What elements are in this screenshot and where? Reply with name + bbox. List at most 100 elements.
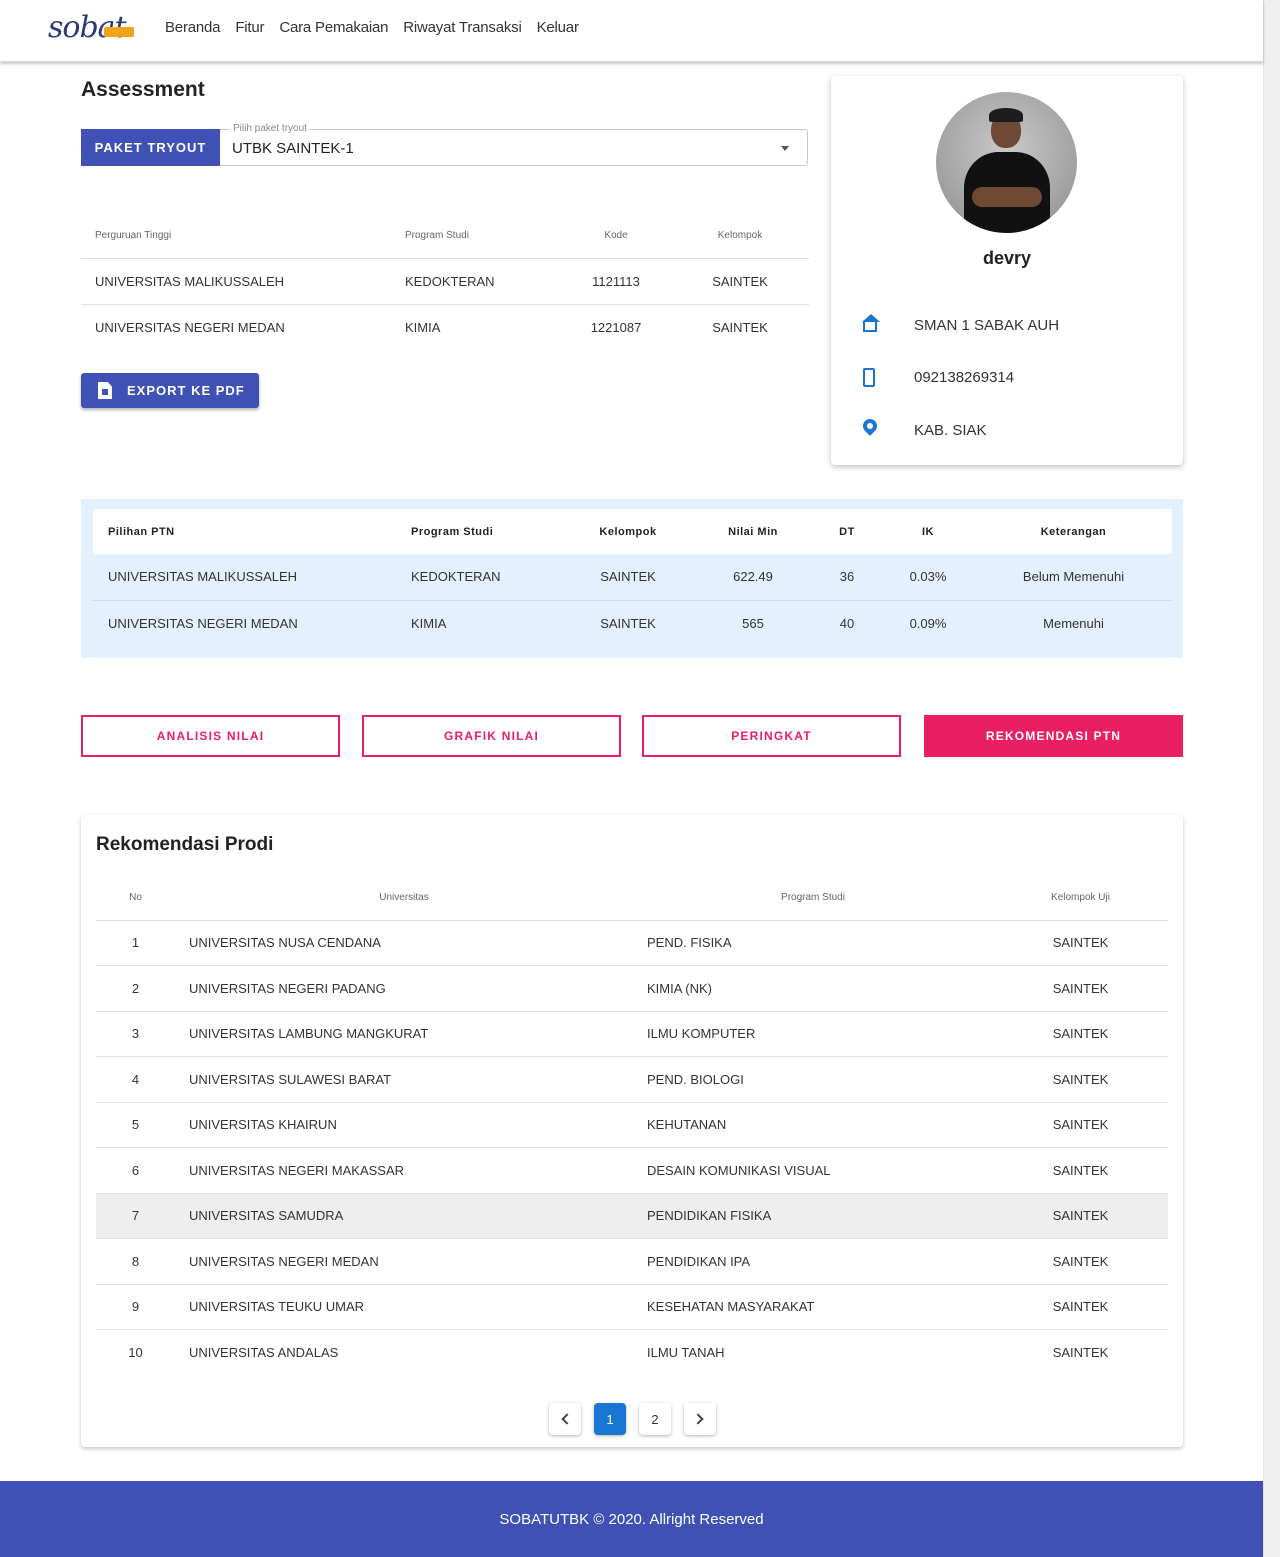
col-dt: DT	[813, 509, 881, 554]
main-nav: Beranda Fitur Cara Pemakaian Riwayat Tra…	[165, 19, 594, 36]
select-value: UTBK SAINTEK-1	[232, 140, 354, 157]
cell-keterangan: Belum Memenuhi	[975, 554, 1172, 601]
table-row: 3 UNIVERSITAS LAMBUNG MANGKURAT ILMU KOMPU…	[96, 1011, 1168, 1057]
cell-ptn: UNIVERSITAS MALIKUSSALEH	[93, 554, 396, 601]
cell-program-studi: PENDIDIKAN FISIKA	[633, 1193, 993, 1239]
footer-text: SOBATUTBK © 2020. Allright Reserved	[499, 1510, 764, 1528]
cell-no: 9	[96, 1284, 175, 1330]
cell-kelompok-uji: SAINTEK	[993, 920, 1168, 966]
cell-kelompok-uji: SAINTEK	[993, 1193, 1168, 1239]
cell-no: 2	[96, 965, 175, 1012]
col-program-studi: Program Studi	[391, 214, 561, 259]
cell-nilai-min: 565	[742, 615, 764, 631]
col-kelompok: Kelompok	[671, 214, 809, 259]
nav-cara-pemakaian[interactable]: Cara Pemakaian	[279, 19, 388, 36]
col-no: No	[96, 875, 175, 921]
cell-no: 7	[96, 1193, 175, 1239]
col-kelompok: Kelompok	[563, 509, 693, 554]
col-ik: IK	[881, 509, 975, 554]
select-label: Pilih paket tryout	[230, 123, 310, 134]
cell-program-studi: PEND. BIOLOGI	[633, 1056, 993, 1103]
export-pdf-button[interactable]: EXPORT KE PDF	[81, 373, 259, 408]
analisis-nilai-button[interactable]: ANALISIS NILAI	[81, 715, 340, 757]
cell-kelompok-uji: SAINTEK	[993, 1147, 1168, 1194]
col-nilai-min: Nilai Min	[693, 509, 813, 554]
cell-universitas: UNIVERSITAS SAMUDRA	[175, 1193, 633, 1239]
cell-pt: UNIVERSITAS MALIKUSSALEH	[81, 258, 391, 305]
paket-tryout-select[interactable]: Pilih paket tryout UTBK SAINTEK-1	[220, 123, 808, 166]
ptn-table: Pilihan PTN Program Studi Kelompok Nilai…	[93, 509, 1172, 646]
cell-kelompok-uji: SAINTEK	[993, 1238, 1168, 1285]
nav-riwayat-transaksi[interactable]: Riwayat Transaksi	[403, 19, 522, 36]
peringkat-button[interactable]: PERINGKAT	[642, 715, 901, 757]
next-page-button[interactable]	[684, 1403, 716, 1435]
profile-phone-row: 092138269314	[863, 366, 1014, 388]
cell-program-studi: ILMU TANAH	[647, 1345, 725, 1360]
cell-nilai-min: 622.49	[693, 554, 813, 601]
table-row: 6 UNIVERSITAS NEGERI MAKASSAR DESAIN KOMUN…	[96, 1147, 1168, 1194]
cell-no: 10	[128, 1345, 143, 1360]
cell-kelompok-uji: SAINTEK	[993, 965, 1168, 1012]
page-2-button[interactable]: 2	[639, 1403, 671, 1435]
footer: SOBATUTBK © 2020. Allright Reserved	[0, 1481, 1263, 1557]
dropdown-caret-icon[interactable]	[781, 146, 789, 151]
cell-keterangan: Memenuhi	[1043, 615, 1104, 631]
avatar	[936, 92, 1077, 233]
nav-beranda[interactable]: Beranda	[165, 19, 221, 36]
ptn-panel: Pilihan PTN Program Studi Kelompok Nilai…	[81, 499, 1183, 658]
table-row: 4 UNIVERSITAS SULAWESI BARAT PEND. BIOLOGI…	[96, 1056, 1168, 1103]
cell-program-studi: DESAIN KOMUNIKASI VISUAL	[633, 1147, 993, 1194]
cell-universitas: UNIVERSITAS NEGERI MAKASSAR	[175, 1147, 633, 1194]
cell-ik: 0.03%	[881, 554, 975, 601]
cell-program-studi: KESEHATAN MASYARAKAT	[633, 1284, 993, 1330]
sobat-logo[interactable]: sobat	[48, 8, 138, 50]
profile-phone: 092138269314	[914, 368, 1015, 386]
col-kode: Kode	[561, 214, 671, 259]
cell-universitas: UNIVERSITAS KHAIRUN	[175, 1102, 633, 1148]
cell-universitas: UNIVERSITAS ANDALAS	[189, 1345, 339, 1360]
cell-prodi: KEDOKTERAN	[396, 554, 563, 601]
cell-universitas: UNIVERSITAS TEUKU UMAR	[175, 1284, 633, 1330]
col-universitas: Universitas	[175, 875, 633, 921]
col-keterangan: Keterangan	[975, 509, 1172, 554]
nav-keluar[interactable]: Keluar	[537, 19, 579, 36]
table-row: 8 UNIVERSITAS NEGERI MEDAN PENDIDIKAN IPA S…	[96, 1238, 1168, 1285]
top-navbar: sobat Beranda Fitur Cara Pemakaian Riway…	[0, 0, 1263, 62]
chevron-left-icon	[561, 1413, 573, 1425]
rekomendasi-table: No Universitas Program Studi Kelompok Uj…	[96, 875, 1168, 1375]
cell-no: 3	[96, 1011, 175, 1057]
cell-prodi: KIMIA	[405, 319, 441, 335]
cell-kelompok-uji: SAINTEK	[1052, 1345, 1109, 1360]
cell-pt: UNIVERSITAS NEGERI MEDAN	[95, 319, 285, 335]
cell-kelompok-uji: SAINTEK	[993, 1102, 1168, 1148]
cell-dt: 40	[839, 615, 855, 631]
cell-kelompok-uji: SAINTEK	[993, 1011, 1168, 1057]
grafik-nilai-button[interactable]: GRAFIK NILAI	[362, 715, 621, 757]
table-row: 10 UNIVERSITAS ANDALAS ILMU TANAH SAINTEK	[96, 1330, 1168, 1376]
page-1-button[interactable]: 1	[594, 1403, 626, 1435]
rekomendasi-card: Rekomendasi Prodi No Universitas Program…	[81, 815, 1183, 1447]
profile-location: KAB. SIAK	[914, 421, 987, 439]
prev-page-button[interactable]	[549, 1403, 581, 1435]
logo-badge	[104, 27, 134, 37]
cell-no: 6	[96, 1147, 175, 1194]
rekomendasi-ptn-button[interactable]: REKOMENDASI PTN	[924, 715, 1183, 757]
cell-kelompok: SAINTEK	[671, 258, 809, 305]
location-pin-icon	[860, 416, 880, 436]
paket-tryout-button[interactable]: PAKET TRYOUT	[81, 129, 220, 166]
profile-school: SMAN 1 SABAK AUH	[914, 316, 1060, 334]
col-program-studi: Program Studi	[396, 509, 563, 554]
cell-kelompok: SAINTEK	[563, 554, 693, 601]
cell-program-studi: ILMU KOMPUTER	[633, 1011, 993, 1057]
cell-ptn: UNIVERSITAS NEGERI MEDAN	[108, 615, 298, 631]
col-kelompok-uji: Kelompok Uji	[993, 875, 1168, 921]
vertical-scrollbar[interactable]	[1263, 0, 1280, 1557]
cell-universitas: UNIVERSITAS NEGERI PADANG	[175, 965, 633, 1012]
cell-no: 8	[96, 1238, 175, 1285]
col-program-studi: Program Studi	[633, 875, 993, 921]
table-row: UNIVERSITAS MALIKUSSALEH KEDOKTERAN 1121…	[81, 258, 809, 305]
nav-fitur[interactable]: Fitur	[235, 19, 264, 36]
table-row: UNIVERSITAS MALIKUSSALEH KEDOKTERAN SAIN…	[93, 554, 1172, 601]
cell-program-studi: PENDIDIKAN IPA	[633, 1238, 993, 1285]
table-row: 9 UNIVERSITAS TEUKU UMAR KESEHATAN MASYARA…	[96, 1284, 1168, 1330]
